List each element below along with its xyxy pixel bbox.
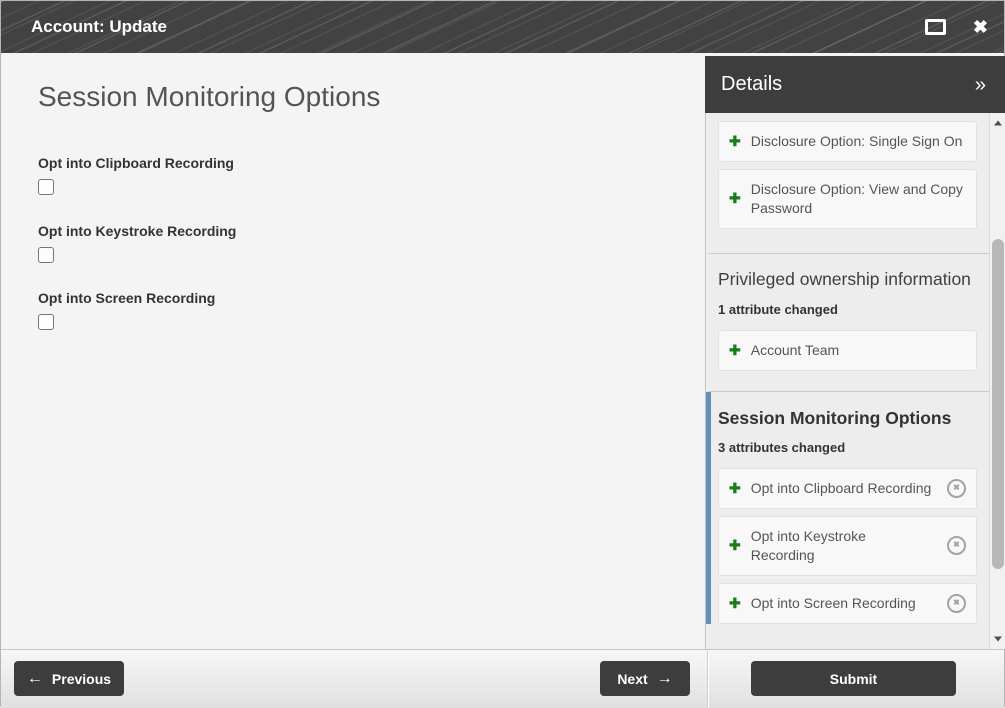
right-arrow-icon: → <box>656 669 673 687</box>
window-controls: ✖ <box>924 1 988 53</box>
screen-recording-label: Opt into Screen Recording <box>38 290 216 306</box>
chip-disclosure-single-sign-on[interactable]: ✚ Disclosure Option: Single Sign On <box>718 121 977 162</box>
window-title: Account: Update <box>31 17 167 36</box>
clipboard-recording-label: Opt into Clipboard Recording <box>38 155 234 171</box>
left-arrow-icon: ← <box>26 669 43 687</box>
chip-label: Account Team <box>750 341 840 358</box>
screen-recording-checkbox[interactable] <box>38 314 54 330</box>
scrollbar-up-icon[interactable] <box>990 115 1005 131</box>
details-panel: Details » ✚ Disclosure Option: Single Si… <box>705 56 1005 649</box>
chip-account-team[interactable]: ✚ Account Team <box>718 329 977 371</box>
maximize-icon[interactable] <box>924 19 946 35</box>
clipboard-recording-checkbox[interactable] <box>38 179 54 195</box>
changed-summary: 1 attribute changed <box>718 301 838 317</box>
submit-button[interactable]: Submit <box>751 661 956 696</box>
scrollbar-thumb[interactable] <box>992 239 1004 569</box>
field-keystroke-recording: Opt into Keystroke Recording <box>38 221 438 263</box>
previous-button-label: Previous <box>51 670 112 687</box>
field-clipboard-recording: Opt into Clipboard Recording <box>38 153 438 195</box>
chip-label: Disclosure Option: View and Copy Passwor… <box>750 180 963 216</box>
plus-icon: ✚ <box>729 341 741 358</box>
plus-icon: ✚ <box>729 190 741 207</box>
keystroke-recording-checkbox[interactable] <box>38 247 54 263</box>
remove-icon[interactable]: ✖ <box>947 536 966 556</box>
chip-label: Opt into Screen Recording <box>750 594 916 611</box>
details-scrollbar[interactable] <box>989 113 1005 649</box>
chip-label: Opt into Clipboard Recording <box>750 479 932 496</box>
details-section-disclosure-options: ✚ Disclosure Option: Single Sign On ✚ Di… <box>706 113 989 254</box>
scrollbar-down-icon[interactable] <box>990 631 1005 647</box>
plus-icon: ✚ <box>729 479 741 496</box>
chip-disclosure-view-copy-password[interactable]: ✚ Disclosure Option: View and Copy Passw… <box>718 168 977 229</box>
footer-divider <box>707 650 708 708</box>
details-scroll-area: ✚ Disclosure Option: Single Sign On ✚ Di… <box>706 113 989 649</box>
details-section-session-monitoring: Session Monitoring Options 3 attributes … <box>706 391 989 624</box>
titlebar: Account: Update ✖ <box>1 1 1004 53</box>
plus-icon: ✚ <box>729 537 741 554</box>
previous-button[interactable]: ← Previous <box>14 661 124 696</box>
details-title: Details <box>721 73 783 95</box>
remove-icon[interactable]: ✖ <box>947 593 966 613</box>
details-panel-header: Details » <box>705 56 1005 113</box>
collapse-chevron-icon[interactable]: » <box>975 75 986 95</box>
details-section-privileged-ownership: Privileged ownership information 1 attri… <box>706 254 989 392</box>
plus-icon: ✚ <box>729 133 741 149</box>
remove-icon[interactable]: ✖ <box>947 478 966 498</box>
page-title: Session Monitoring Options <box>38 81 381 112</box>
chip-label: Opt into Keystroke Recording <box>750 527 866 563</box>
account-update-window: { "window": { "title": "Account: Update"… <box>0 0 1005 708</box>
chip-label: Disclosure Option: Single Sign On <box>750 133 963 149</box>
keystroke-recording-label: Opt into Keystroke Recording <box>38 223 237 239</box>
next-button[interactable]: Next → <box>600 661 690 696</box>
submit-button-label: Submit <box>829 670 878 687</box>
section-heading: Privileged ownership information <box>718 268 971 289</box>
plus-icon: ✚ <box>729 594 741 611</box>
details-body: ✚ Disclosure Option: Single Sign On ✚ Di… <box>705 113 1005 649</box>
section-heading: Session Monitoring Options <box>718 407 952 428</box>
next-button-label: Next <box>617 670 648 687</box>
chip-opt-into-clipboard-recording[interactable]: ✚ Opt into Clipboard Recording ✖ <box>718 467 977 509</box>
chip-opt-into-keystroke-recording[interactable]: ✚ Opt into Keystroke Recording ✖ <box>718 515 977 576</box>
field-screen-recording: Opt into Screen Recording <box>38 288 438 330</box>
changed-summary: 3 attributes changed <box>718 439 846 455</box>
chip-opt-into-screen-recording[interactable]: ✚ Opt into Screen Recording ✖ <box>718 582 977 624</box>
close-icon[interactable]: ✖ <box>973 18 988 36</box>
footer-bar: ← Previous Next → Submit <box>1 649 1004 708</box>
